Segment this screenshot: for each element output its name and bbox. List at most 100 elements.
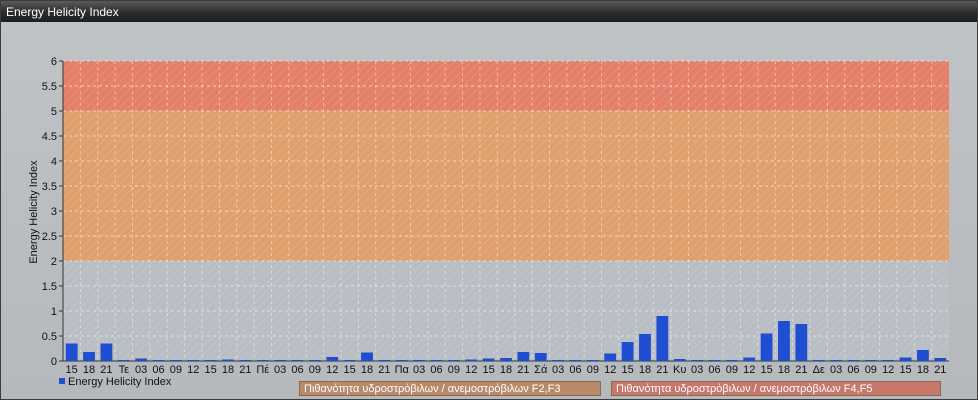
bar[interactable] [274,360,287,361]
bar[interactable] [170,360,182,361]
x-tick-label: 21 [378,364,390,376]
bar[interactable] [482,358,495,362]
bar[interactable] [378,360,391,361]
y-tick-label: 3.5 [42,181,57,193]
x-tick-label: 21 [100,364,112,376]
legend-series[interactable]: Energy Helicity Index [59,376,171,388]
x-tick-label: 15 [344,364,356,376]
plot-area: 0 0.5 1 1.5 2 2.5 3 3.5 4 4.5 5 5.5 6 15 18 21 Τε 03 06 09… [1,22,977,399]
bar[interactable] [778,321,790,361]
legend-band-f2f3-label: Πιθανότητα υδροστρόβιλων / ανεμοστρόβιλω… [304,383,561,395]
x-tick-label: 18 [778,364,790,376]
bar[interactable] [187,360,200,361]
y-tick-label: 5 [51,106,57,118]
bar[interactable] [795,324,808,361]
x-tick-label: 21 [795,364,807,376]
x-tick-label: 15 [483,364,495,376]
bar[interactable] [222,359,234,362]
bar[interactable] [673,359,686,361]
y-tick-label: 6 [51,56,57,68]
bar[interactable] [708,360,721,361]
bar[interactable] [934,358,947,361]
bar[interactable] [343,360,356,361]
bar[interactable] [534,353,547,361]
bar[interactable] [725,360,738,361]
bar[interactable] [760,333,773,362]
bar[interactable] [326,357,339,361]
x-tick-label: Δε [813,364,825,376]
bar[interactable] [152,360,165,361]
bar[interactable] [291,360,304,361]
legend-band-f4f5[interactable]: Πιθανότητα υδροστρόβιλων / ανεμοστρόβιλω… [611,381,941,396]
bar[interactable] [413,360,426,361]
bar[interactable] [830,360,842,361]
x-tick-label: 12 [326,364,338,376]
bar[interactable] [135,358,148,362]
bar[interactable] [639,334,651,361]
x-tick-label: 18 [917,364,929,376]
bar[interactable] [204,360,217,361]
bar[interactable] [361,352,373,362]
x-tick-label: 21 [934,364,946,376]
x-tick-label: 03 [135,364,147,376]
x-tick-label: Τε [119,364,130,376]
bar[interactable] [656,316,669,361]
bar[interactable] [621,342,634,361]
y-tick-label: 3 [51,206,57,218]
bar[interactable] [430,360,443,361]
legend-band-f2f3[interactable]: Πιθανότητα υδροστρόβιλων / ανεμοστρόβιλω… [299,381,601,396]
x-tick-label: 15 [899,364,911,376]
x-tick-label: 12 [187,364,199,376]
bar[interactable] [100,343,113,362]
bar[interactable] [117,360,130,361]
x-tick-label: 09 [170,364,182,376]
x-tick-label: 18 [639,364,651,376]
bar[interactable] [517,352,530,361]
x-tick-label: 06 [708,364,720,376]
bar[interactable] [239,360,252,361]
legend-series-label: Energy Helicity Index [68,376,172,388]
window-title: Energy Helicity Index [1,1,977,22]
x-tick-label: 03 [413,364,425,376]
x-tick-label: 06 [569,364,581,376]
x-tick-label: 15 [621,364,633,376]
x-tick-label: Πέ [256,364,269,376]
x-tick-label: 21 [517,364,529,376]
bar[interactable] [882,360,895,361]
x-tick-label: 06 [152,364,164,376]
bar[interactable] [447,360,460,361]
y-tick-label: 2 [51,256,57,268]
y-tick-label: 0.5 [42,331,57,343]
bar[interactable] [256,360,269,361]
bar[interactable] [743,357,756,362]
x-tick-label: 21 [239,364,251,376]
bar[interactable] [65,343,78,362]
bar[interactable] [899,357,912,362]
bar[interactable] [917,350,929,361]
y-tick-label: 2.5 [42,231,57,243]
bar[interactable] [308,360,321,361]
bar[interactable] [586,360,599,361]
x-tick-label: Πα [395,364,410,376]
bar[interactable] [604,353,617,362]
x-tick-label: 09 [309,364,321,376]
bar[interactable] [569,360,582,361]
x-tick-label: 12 [743,364,755,376]
x-tick-label: Κυ [673,364,686,376]
bar[interactable] [812,360,825,361]
x-tick-label: 09 [865,364,877,376]
bar[interactable] [847,360,860,361]
bar[interactable] [552,360,565,361]
bar[interactable] [465,359,478,362]
bar[interactable] [691,360,704,361]
bar[interactable] [395,360,408,361]
bar[interactable] [83,352,95,361]
bar[interactable] [864,360,877,361]
chart-window: Energy Helicity Index 0 0.5 1 1.5 2 2.5 3 3.5 4 4… [0,0,978,400]
x-tick-label: 12 [465,364,477,376]
x-tick-label: 06 [291,364,303,376]
x-tick-label: 18 [500,364,512,376]
x-tick-label: 09 [448,364,460,376]
x-tick-label: 18 [222,364,234,376]
bar[interactable] [500,358,512,361]
